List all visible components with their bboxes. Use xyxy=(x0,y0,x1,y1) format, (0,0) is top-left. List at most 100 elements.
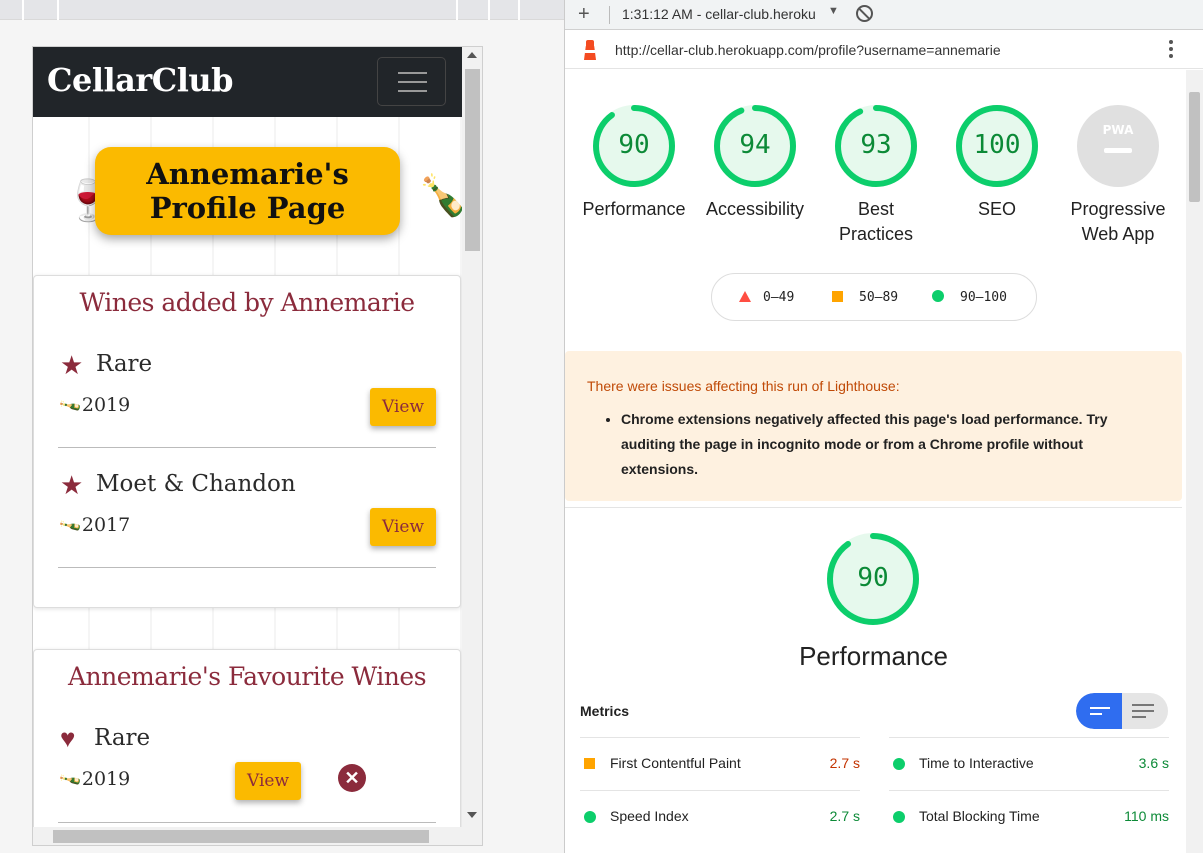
gauge-label: Progressive Web App xyxy=(1070,199,1166,244)
triangle-icon xyxy=(739,291,751,302)
profile-hero: 🍷 🍾 Annemarie's Profile Page xyxy=(33,117,462,275)
pwa-badge-bg xyxy=(1077,105,1159,187)
new-report-plus-icon[interactable]: + xyxy=(578,3,590,26)
lighthouse-toolbar: + 1:31:12 AM - cellar-club.heroku ▼ xyxy=(565,0,1203,30)
gauge-ring: PWA xyxy=(1077,105,1159,187)
gauge-score: 94 xyxy=(739,130,771,160)
profile-page-title: Annemarie's Profile Page xyxy=(95,147,400,235)
gauge-label: Accessibility xyxy=(705,199,805,219)
metric-value: 110 ms xyxy=(1124,808,1169,824)
view-button[interactable]: View xyxy=(370,508,436,546)
divider xyxy=(58,447,436,448)
pwa-dash-icon xyxy=(1104,148,1132,153)
divider xyxy=(58,567,436,568)
star-icon[interactable]: ★ xyxy=(60,352,83,378)
compact-view-icon[interactable] xyxy=(1076,693,1122,729)
gauge-score: 100 xyxy=(973,130,1021,160)
bottle-icon: 🍾 xyxy=(56,392,84,419)
section-divider xyxy=(565,507,1182,508)
wine-name: Moet & Chandon xyxy=(96,471,296,497)
divider xyxy=(58,822,436,823)
page-viewport: CellarClub 🍷 🍾 Annemarie's Profile Page xyxy=(33,47,462,827)
performance-gauge[interactable]: 90 xyxy=(826,532,920,626)
legend-average: 50–89 xyxy=(832,290,898,305)
wine-name: Rare xyxy=(96,351,153,377)
site-navbar: CellarClub xyxy=(33,47,462,117)
view-button[interactable]: View xyxy=(370,388,436,426)
metric-name: Time to Interactive xyxy=(919,755,1034,771)
remove-favourite-icon[interactable]: ✕ xyxy=(338,764,366,792)
lighthouse-panel: + 1:31:12 AM - cellar-club.heroku ▼ http… xyxy=(565,0,1203,853)
score-legend: 0–49 50–89 90–100 xyxy=(711,273,1037,321)
circle-icon xyxy=(584,811,596,823)
pwa-badge-icon: PWA xyxy=(1103,123,1134,137)
scrollbar-thumb[interactable] xyxy=(1189,92,1200,202)
heart-icon[interactable]: ♥ xyxy=(60,725,75,751)
gauge-label: SEO xyxy=(977,199,1016,219)
metric-name: First Contentful Paint xyxy=(610,755,741,771)
gauge-label: Best Practices xyxy=(838,199,914,244)
performance-title: Performance xyxy=(799,641,948,671)
metric-name: Total Blocking Time xyxy=(919,808,1040,824)
wine-year: 🍾2019 xyxy=(56,392,131,419)
toolbar-separator xyxy=(609,6,610,24)
gauge-progressive-web-app[interactable]: PWA xyxy=(1076,104,1160,188)
report-url-bar: http://cellar-club.herokuapp.com/profile… xyxy=(565,31,1203,69)
device-ruler xyxy=(0,0,564,20)
report-selector[interactable]: 1:31:12 AM - cellar-club.heroku xyxy=(622,6,816,22)
metric-speed-index: Speed Index 2.7 s xyxy=(580,790,860,843)
horizontal-scrollbar[interactable] xyxy=(33,827,482,845)
metrics-label: Metrics xyxy=(580,703,630,719)
circle-icon xyxy=(893,758,905,770)
site-brand[interactable]: CellarClub xyxy=(47,61,234,99)
scrollbar-thumb[interactable] xyxy=(465,69,480,251)
metric-value: 2.7 s xyxy=(829,755,860,771)
vertical-scrollbar[interactable] xyxy=(462,47,482,827)
wine-year: 🍾2019 xyxy=(56,766,131,793)
square-icon xyxy=(832,291,843,302)
metric-total-blocking-time: Total Blocking Time 110 ms xyxy=(889,790,1169,843)
scrollbar-thumb[interactable] xyxy=(53,830,429,843)
gauge-accessibility[interactable]: 94 xyxy=(713,104,797,188)
scroll-down-arrow-icon[interactable] xyxy=(467,812,477,818)
dropdown-caret-icon[interactable]: ▼ xyxy=(828,5,839,17)
scroll-up-arrow-icon[interactable] xyxy=(467,52,477,58)
bottle-icon: 🍾 xyxy=(56,766,84,793)
device-frame: CellarClub 🍷 🍾 Annemarie's Profile Page xyxy=(32,46,483,846)
metrics-view-toggle[interactable] xyxy=(1076,693,1168,729)
card-title: Wines added by Annemarie xyxy=(79,288,415,317)
metric-value: 2.7 s xyxy=(829,808,860,824)
favourite-wines-card: Annemarie's Favourite Wines ♥ Rare 🍾2019… xyxy=(33,649,461,827)
square-icon xyxy=(584,758,595,769)
clear-reports-icon[interactable] xyxy=(856,5,873,22)
wines-added-card: Wines added by Annemarie ★ Rare 🍾2019 Vi… xyxy=(33,275,461,608)
bottle-icon: 🍾 xyxy=(56,512,84,539)
warning-title: There were issues affecting this run of … xyxy=(587,378,900,394)
metric-name: Speed Index xyxy=(610,808,689,824)
more-options-icon[interactable] xyxy=(1169,40,1173,60)
device-emulation-panel: CellarClub 🍷 🍾 Annemarie's Profile Page xyxy=(0,0,564,853)
navbar-toggle-button[interactable] xyxy=(377,57,446,106)
gauge-performance[interactable]: 90 xyxy=(592,104,676,188)
lighthouse-logo-icon xyxy=(582,40,598,60)
warning-list: Chrome extensions negatively affected th… xyxy=(621,407,1141,482)
view-button[interactable]: View xyxy=(235,762,301,800)
expanded-view-icon[interactable] xyxy=(1122,693,1168,729)
metric-first-contentful-paint: First Contentful Paint 2.7 s xyxy=(580,737,860,790)
performance-score: 90 xyxy=(857,563,889,593)
report-url[interactable]: http://cellar-club.herokuapp.com/profile… xyxy=(615,42,1001,58)
gauge-score: 90 xyxy=(618,130,650,160)
legend-fail: 0–49 xyxy=(739,290,794,305)
runtime-warning-box: There were issues affecting this run of … xyxy=(565,351,1182,501)
card-title: Annemarie's Favourite Wines xyxy=(67,662,427,691)
wine-name: Rare xyxy=(94,725,151,751)
circle-icon xyxy=(893,811,905,823)
gauge-score: 93 xyxy=(860,130,892,160)
metric-time-to-interactive: Time to Interactive 3.6 s xyxy=(889,737,1169,790)
star-icon[interactable]: ★ xyxy=(60,472,83,498)
report-scrollbar[interactable] xyxy=(1186,70,1203,853)
circle-icon xyxy=(932,290,944,302)
legend-pass: 90–100 xyxy=(932,290,1007,305)
gauge-best-practices[interactable]: 93 xyxy=(834,104,918,188)
gauge-seo[interactable]: 100 xyxy=(955,104,1039,188)
